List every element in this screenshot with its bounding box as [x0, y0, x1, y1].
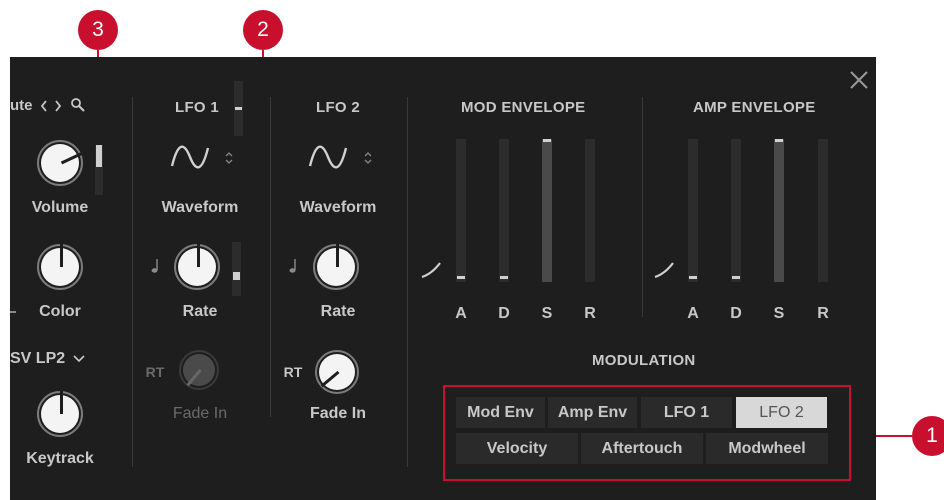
mod-env-attack-slider[interactable] [456, 139, 466, 282]
chevron-left-right-icon[interactable] [40, 99, 68, 113]
amp-env-r-label: R [817, 305, 829, 322]
mod-env-release-slider[interactable] [585, 139, 595, 282]
volume-knob[interactable] [37, 140, 83, 186]
amp-env-decay-slider[interactable] [731, 139, 741, 282]
instrument-panel: ute Volume Color SV LP2 Keytrack LFO 1 W… [10, 57, 876, 500]
amp-env-release-slider[interactable] [818, 139, 828, 282]
lfo2-fade-in-knob[interactable] [315, 350, 359, 394]
lfo1-rt-label: RT [145, 364, 165, 380]
preset-name-partial: ute [10, 97, 33, 114]
keytrack-indicator [60, 391, 63, 414]
callout-2: 2 [243, 10, 283, 50]
lfo1-fade-in-label: Fade In [172, 405, 228, 422]
amp-env-attack-slider[interactable] [688, 139, 698, 282]
note-icon[interactable] [288, 258, 298, 274]
color-mod-dash [10, 311, 16, 313]
lfo1-fade-in-knob[interactable] [179, 350, 219, 390]
note-icon[interactable] [150, 258, 160, 274]
envelope-curve-icon[interactable] [420, 261, 442, 279]
mod-source-modwheel[interactable]: Modwheel [706, 433, 828, 464]
amp-envelope-title: AMP ENVELOPE [693, 99, 816, 116]
divider-envelopes [407, 97, 408, 467]
keytrack-knob[interactable] [37, 391, 83, 437]
amp-env-sustain-slider[interactable] [774, 139, 784, 282]
lfo1-rate-knob[interactable] [174, 244, 220, 290]
waveform-stepper-icon[interactable] [363, 151, 373, 165]
lfo2-rate-indicator [336, 244, 339, 267]
lfo1-rate-label: Rate [182, 303, 218, 320]
filter-type-dropdown[interactable]: SV LP2 [10, 350, 100, 370]
lfo1-rate-mod-slider[interactable] [232, 242, 241, 296]
modulation-title: MODULATION [592, 352, 696, 369]
lfo1-waveform-label: Waveform [161, 199, 239, 216]
callout-3: 3 [78, 10, 118, 50]
lfo2-rt-label: RT [283, 364, 303, 380]
sine-wave-icon[interactable] [170, 144, 210, 170]
amp-env-d-label: D [730, 305, 742, 322]
volume-label: Volume [31, 199, 89, 216]
mod-source-amp-env[interactable]: Amp Env [548, 397, 637, 428]
mod-env-decay-slider[interactable] [499, 139, 509, 282]
color-label: Color [39, 303, 81, 320]
lfo2-rate-knob[interactable] [313, 244, 359, 290]
lfo2-title: LFO 2 [316, 99, 361, 116]
keytrack-label: Keytrack [26, 450, 94, 467]
filter-type-value: SV LP2 [10, 350, 66, 367]
mod-env-d-label: D [498, 305, 510, 322]
callout-1: 1 [912, 416, 944, 456]
envelope-curve-icon[interactable] [653, 261, 675, 279]
mod-env-sustain-slider[interactable] [542, 139, 552, 282]
mod-source-velocity[interactable]: Velocity [456, 433, 578, 464]
volume-level-meter [95, 145, 103, 195]
mod-envelope-title: MOD ENVELOPE [461, 99, 586, 116]
color-knob[interactable] [37, 244, 83, 290]
lfo1-title: LFO 1 [175, 99, 220, 116]
search-icon[interactable] [70, 97, 86, 113]
mod-env-r-label: R [584, 305, 596, 322]
lfo2-rate-label: Rate [320, 303, 356, 320]
divider-lfo [270, 97, 271, 417]
amp-env-s-label: S [773, 305, 785, 322]
mod-source-aftertouch[interactable]: Aftertouch [581, 433, 703, 464]
lfo2-waveform-label: Waveform [299, 199, 377, 216]
mod-source-lfo1[interactable]: LFO 1 [641, 397, 732, 428]
amp-env-a-label: A [687, 305, 699, 322]
mod-source-mod-env[interactable]: Mod Env [456, 397, 545, 428]
mod-source-lfo2[interactable]: LFO 2 [736, 397, 827, 428]
lfo1-rate-indicator [197, 244, 200, 267]
lfo2-fade-in-label: Fade In [309, 405, 366, 422]
chevron-down-icon [72, 352, 86, 366]
divider-amp-env [642, 97, 643, 317]
lfo1-amount-slider[interactable] [234, 81, 243, 136]
color-indicator [60, 244, 63, 267]
divider-left [132, 97, 133, 467]
mod-env-s-label: S [541, 305, 553, 322]
close-icon[interactable] [848, 69, 870, 91]
waveform-stepper-icon[interactable] [224, 151, 234, 165]
sine-wave-icon[interactable] [308, 144, 348, 170]
mod-env-a-label: A [455, 305, 467, 322]
